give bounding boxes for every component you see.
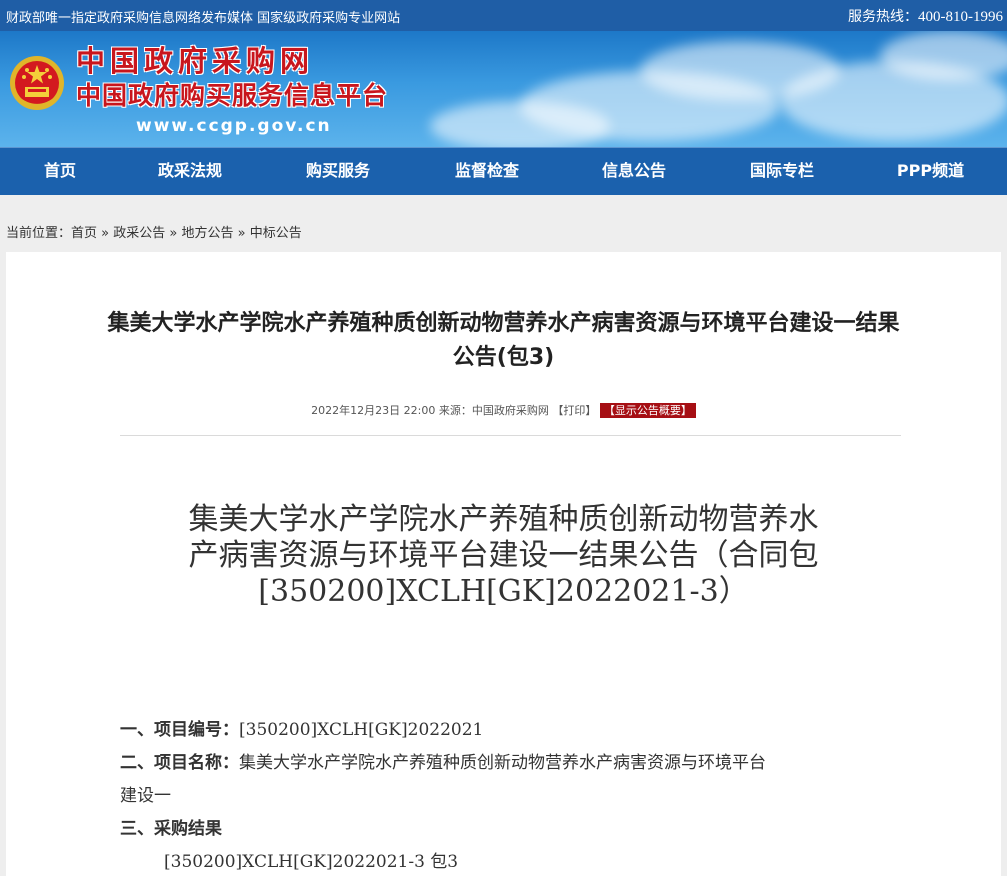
project-name-row: 二、项目名称：集美大学水产学院水产养殖种质创新动物营养水产病害资源与环境平台 <box>120 753 766 773</box>
breadcrumb-prefix: 当前位置： <box>6 226 72 241</box>
project-name-continued: 建设一 <box>120 786 171 806</box>
hotline-number: 400-810-1996 <box>918 9 1003 25</box>
nav-item-regulations[interactable]: 政采法规 <box>120 148 260 195</box>
procurement-result-heading: 三、采购结果 <box>120 819 222 839</box>
divider <box>120 435 901 436</box>
nav-item-ppp[interactable]: PPP频道 <box>854 148 1007 195</box>
site-brand[interactable]: 中国政府采购网 中国政府购买服务信息平台 www.ccgp.gov.cn <box>76 43 388 139</box>
breadcrumb-award[interactable]: 中标公告 <box>250 226 302 241</box>
article-title: 集美大学水产学院水产养殖种质创新动物营养水产病害资源与环境平台建设一结果 公告(… <box>107 311 900 370</box>
site-url: www.ccgp.gov.cn <box>136 116 332 136</box>
site-banner: 中国政府采购网 中国政府购买服务信息平台 www.ccgp.gov.cn <box>0 31 1007 147</box>
hotline-label: 服务热线： <box>848 9 918 25</box>
site-name: 中国政府采购网 <box>76 44 315 78</box>
document-title: 集美大学水产学院水产养殖种质创新动物营养水 产病害资源与环境平台建设一结果公告（… <box>188 502 819 609</box>
national-emblem-icon <box>10 56 64 110</box>
nav-item-announcements[interactable]: 信息公告 <box>558 148 710 195</box>
nav-item-home[interactable]: 首页 <box>0 148 120 195</box>
article-meta: 2022年12月23日 22:00 来源：中国政府采购网 【打印】 【显示公告概… <box>6 402 1001 418</box>
hotline: 服务热线：400-810-1996 <box>848 6 1003 26</box>
document-body: 一、项目编号：[350200]XCLH[GK]2022021 二、项目名称：集美… <box>120 714 900 876</box>
top-info-bar: 财政部唯一指定政府采购信息网络发布媒体 国家级政府采购专业网站 服务热线：400… <box>0 0 1007 31</box>
project-number-row: 一、项目编号：[350200]XCLH[GK]2022021 <box>120 720 484 740</box>
nav-item-supervision[interactable]: 监督检查 <box>416 148 558 195</box>
source-name: 中国政府采购网 <box>471 404 549 417</box>
article-panel: 集美大学水产学院水产养殖种质创新动物营养水产病害资源与环境平台建设一结果 公告(… <box>6 252 1001 876</box>
breadcrumb-local[interactable]: 地方公告 <box>181 226 233 241</box>
breadcrumb-home[interactable]: 首页 <box>71 226 97 241</box>
site-subtitle: 中国政府购买服务信息平台 <box>76 81 389 110</box>
source-label: 来源： <box>438 404 472 417</box>
show-summary-button[interactable]: 【显示公告概要】 <box>599 403 696 418</box>
breadcrumb: 当前位置：首页 » 政采公告 » 地方公告 » 中标公告 <box>6 226 302 241</box>
breadcrumb-procurement[interactable]: 政采公告 <box>113 226 165 241</box>
procurement-result-package: [350200]XCLH[GK]2022021-3 包3 <box>164 852 459 872</box>
nav-item-international[interactable]: 国际专栏 <box>710 148 854 195</box>
site-slogan: 财政部唯一指定政府采购信息网络发布媒体 国家级政府采购专业网站 <box>6 11 401 26</box>
publish-date: 2022年12月23日 22:00 <box>311 404 436 417</box>
print-link[interactable]: 【打印】 <box>552 404 596 417</box>
main-nav: 首页 政采法规 购买服务 监督检查 信息公告 国际专栏 PPP频道 <box>0 147 1007 195</box>
nav-item-services[interactable]: 购买服务 <box>260 148 416 195</box>
